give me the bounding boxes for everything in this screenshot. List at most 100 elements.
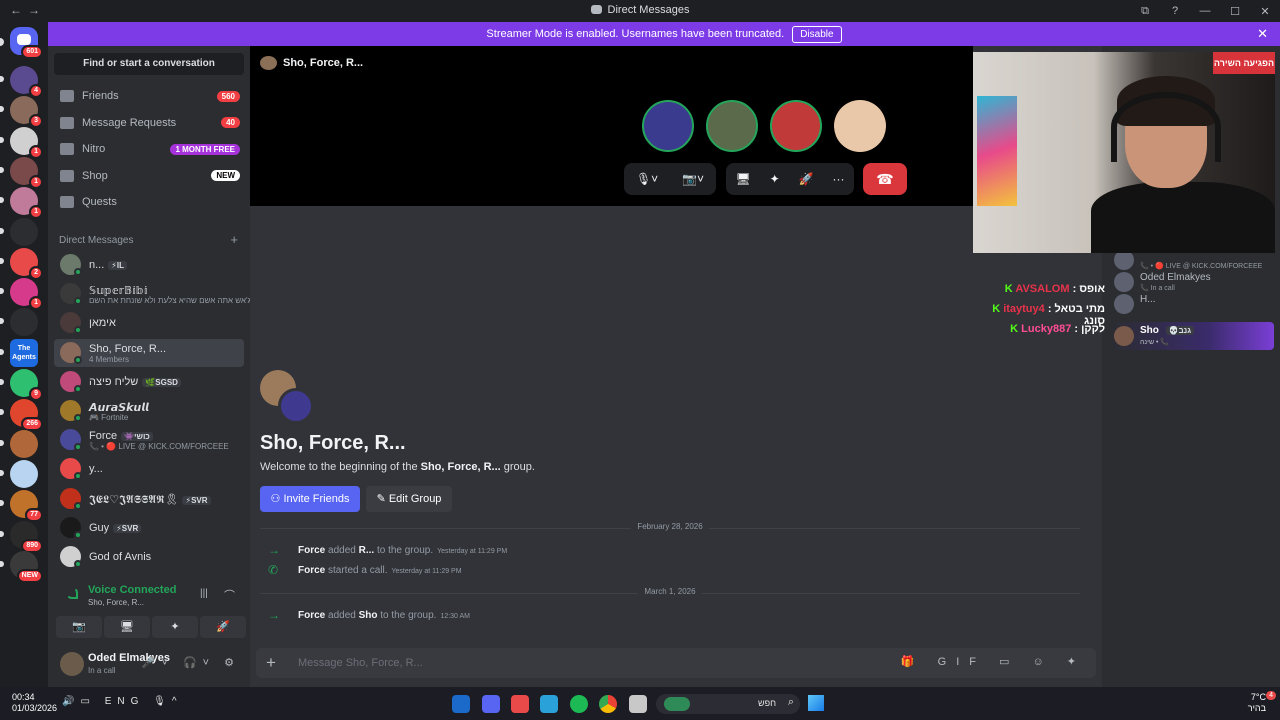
help-button[interactable]: ? bbox=[1160, 5, 1190, 17]
call-participant-avatar[interactable] bbox=[770, 100, 822, 152]
dm-item[interactable]: God of Avnis bbox=[54, 543, 244, 571]
message-composer[interactable]: + Message Sho, Force, R... 🎁 GIF ▭ ☺ ✦ bbox=[256, 648, 1096, 678]
noise-suppression-icon[interactable]: ||| bbox=[200, 588, 208, 599]
attach-icon[interactable]: + bbox=[266, 653, 276, 673]
server-icon[interactable]: 1 bbox=[10, 278, 43, 311]
server-icon[interactable]: 77 bbox=[10, 490, 43, 523]
app-icon[interactable] bbox=[511, 695, 529, 713]
chrome-icon[interactable] bbox=[599, 695, 617, 713]
dm-item[interactable]: 𝕵𝕰𝕷♡𝕵𝕬𝕾𝕾𝕬𝕽🎗 ⚡SVR bbox=[54, 485, 244, 513]
headphones-icon bbox=[1111, 92, 1221, 162]
actor-name[interactable]: Force bbox=[298, 565, 325, 576]
share-screen-button[interactable]: 🖥 bbox=[735, 172, 750, 186]
language-indicator[interactable]: ENG bbox=[105, 696, 145, 707]
target-name[interactable]: R... bbox=[359, 545, 375, 556]
create-dm-icon[interactable]: + bbox=[230, 232, 238, 247]
dm-item[interactable]: Guy ⚡SVR bbox=[54, 514, 244, 542]
server-icon[interactable]: 9 bbox=[10, 369, 43, 401]
dm-item[interactable]: n... ⚡IL bbox=[54, 251, 244, 279]
server-icon[interactable]: The Agents bbox=[10, 338, 38, 367]
dm-item[interactable]: Force 👾כושי 📞 • 🔴 LIVE @ KICK.COM/FORCEEE bbox=[54, 426, 244, 454]
inbox-button[interactable]: ⧉ bbox=[1130, 5, 1160, 18]
dm-item[interactable]: y... bbox=[54, 455, 244, 483]
server-icon[interactable]: 266 bbox=[10, 399, 43, 432]
call-participant-avatar[interactable] bbox=[642, 100, 694, 152]
nav-shop[interactable]: Shop NEW bbox=[54, 164, 244, 188]
nav-message-requests[interactable]: Message Requests 40 bbox=[54, 111, 244, 135]
home-button[interactable]: 601 bbox=[10, 27, 43, 59]
user-avatar[interactable] bbox=[60, 652, 84, 676]
server-badge: 3 bbox=[29, 114, 43, 129]
nav-friends[interactable]: Friends 560 bbox=[54, 84, 244, 108]
taskbar-search[interactable]: חפש ⌕ bbox=[656, 694, 800, 714]
spotify-icon[interactable] bbox=[570, 695, 588, 713]
start-button[interactable] bbox=[808, 695, 824, 711]
tray-chevron-icon[interactable]: ^ bbox=[172, 696, 183, 707]
soundboard-button[interactable]: 🚀 bbox=[200, 616, 246, 638]
actor-name[interactable]: Force bbox=[298, 545, 325, 556]
server-icon[interactable]: NEW bbox=[10, 550, 43, 583]
message-input[interactable]: Message Sho, Force, R... bbox=[298, 657, 423, 669]
server-icon[interactable]: 3 bbox=[10, 96, 43, 129]
camera-toggle-button[interactable]: 📷 bbox=[56, 616, 102, 638]
server-icon[interactable] bbox=[10, 308, 38, 337]
server-icon[interactable]: 1 bbox=[10, 156, 43, 189]
activities-button[interactable]: ✦ bbox=[152, 616, 198, 638]
hangup-button[interactable]: ☎ bbox=[863, 163, 907, 195]
dm-item[interactable]: שליח פיצה 🌿SGSD bbox=[54, 368, 244, 396]
mic-tray-icon[interactable]: 🎙 bbox=[153, 696, 172, 707]
camera-button[interactable]: 📷˅ bbox=[682, 172, 704, 186]
dm-item[interactable]: 𝘼𝙪𝙧𝙖𝙎𝙠𝙪𝙡𝙡 🎮 Fortnite bbox=[54, 397, 244, 425]
clock[interactable]: 00:34 01/03/2026 bbox=[12, 692, 57, 714]
more-icon[interactable]: ··· bbox=[833, 172, 845, 186]
server-icon[interactable]: 2 bbox=[10, 247, 43, 280]
actor-name[interactable]: Force bbox=[298, 610, 325, 621]
nav-nitro[interactable]: Nitro 1 MONTH FREE bbox=[54, 137, 244, 161]
call-participant-avatar[interactable] bbox=[834, 100, 886, 152]
dm-item[interactable]: אימאן bbox=[54, 309, 244, 337]
server-icon[interactable]: 1 bbox=[10, 187, 43, 220]
nav-quests[interactable]: Quests bbox=[54, 190, 244, 214]
soundboard-icon[interactable]: 🚀 bbox=[799, 172, 814, 186]
volume-icon[interactable]: 🔊 bbox=[62, 696, 80, 707]
explorer-icon[interactable] bbox=[629, 695, 647, 713]
maximize-button[interactable]: ☐ bbox=[1220, 5, 1250, 18]
disable-streamer-mode-button[interactable]: Disable bbox=[792, 25, 842, 43]
member-row[interactable]: H... bbox=[1114, 292, 1274, 318]
weather-widget[interactable]: 7°C בהיר bbox=[1248, 692, 1266, 714]
network-icon[interactable]: ▭ bbox=[80, 696, 95, 707]
server-icon[interactable]: 1 bbox=[10, 126, 43, 159]
dm-item[interactable]: 𝕊𝕦𝕡𝕖𝕣𝔹𝕚𝕓𝕚 ג'אש אתה אשם שהיא צלעת ולא שונח… bbox=[54, 280, 251, 308]
telegram-icon[interactable] bbox=[540, 695, 558, 713]
member-row-highlight[interactable]: Sho 💀גנב שינה • 📞 bbox=[1110, 322, 1274, 350]
invite-friends-button[interactable]: ⚇ Invite Friends bbox=[260, 486, 360, 512]
voice-channel[interactable]: Sho, Force, R... bbox=[88, 598, 144, 607]
close-button[interactable]: ✕ bbox=[1250, 5, 1280, 18]
composer-tools[interactable]: 🎁 GIF ▭ ☺ ✦ bbox=[901, 655, 1086, 668]
server-icon[interactable]: 4 bbox=[10, 66, 43, 98]
screen-share-button[interactable]: 🖥 bbox=[104, 616, 150, 638]
server-icon[interactable]: 890 bbox=[10, 520, 43, 553]
discord-taskbar-icon[interactable] bbox=[482, 695, 500, 713]
tray-icons[interactable]: 🔊▭ ENG 🎙^ bbox=[62, 696, 183, 707]
user-controls[interactable]: 🎤˅ 🎧˅ ⚙ bbox=[142, 656, 240, 669]
call-participant-avatar[interactable] bbox=[706, 100, 758, 152]
voice-status[interactable]: Voice Connected bbox=[88, 584, 176, 596]
mic-button[interactable]: 🎙˅ bbox=[636, 172, 658, 186]
kick-chat-overlay: K AVSALOM : אופס K itaytuy4 : מתי בטאל סו… bbox=[985, 283, 1105, 343]
dm-item[interactable]: Sho, Force, R... 4 Members bbox=[54, 338, 244, 367]
target-name[interactable]: Sho bbox=[359, 610, 378, 621]
nav-label: Shop bbox=[82, 169, 108, 182]
activities-icon[interactable]: ✦ bbox=[770, 172, 780, 186]
steam-icon[interactable] bbox=[452, 695, 470, 713]
minimize-button[interactable]: — bbox=[1190, 5, 1220, 17]
disconnect-icon[interactable]: ⌒ bbox=[224, 587, 235, 603]
server-badge: 1 bbox=[29, 174, 43, 189]
server-icon[interactable] bbox=[10, 459, 38, 488]
member-name: Sho 💀גנב bbox=[1140, 325, 1195, 336]
banner-close-icon[interactable]: ✕ bbox=[1257, 26, 1268, 42]
server-icon[interactable] bbox=[10, 429, 38, 458]
server-icon[interactable] bbox=[10, 217, 38, 246]
find-conversation-input[interactable]: Find or start a conversation bbox=[54, 53, 244, 75]
edit-group-button[interactable]: ✎ Edit Group bbox=[366, 486, 452, 512]
